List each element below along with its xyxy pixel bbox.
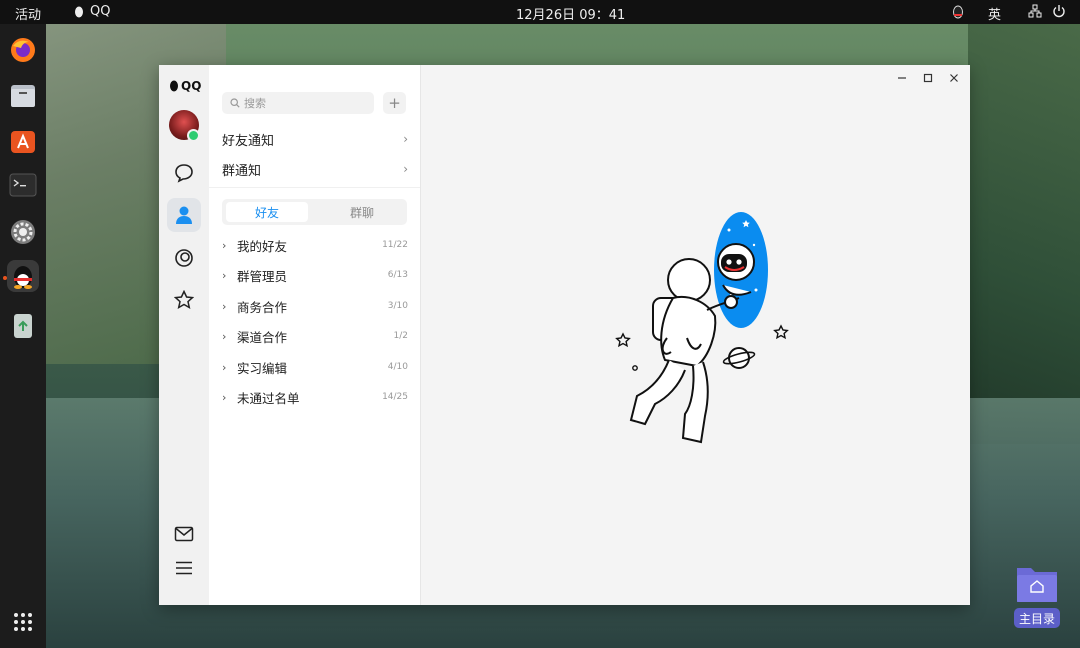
friend-group-name: 实习编辑 [237, 360, 288, 376]
dock-firefox[interactable] [7, 34, 39, 66]
nav-rail: QQ [159, 65, 209, 605]
tab-groups[interactable]: 群聊 [321, 202, 403, 222]
contact-icon [176, 206, 192, 224]
firefox-icon [11, 38, 35, 62]
friend-group-count: 11/22 [382, 240, 408, 250]
friend-group-name: 商务合作 [237, 299, 288, 315]
qq-logo-text: QQ [181, 79, 202, 93]
nav-messages[interactable] [167, 156, 201, 190]
friend-group-name: 未通过名单 [237, 390, 300, 406]
chevron-right-icon: › [222, 268, 227, 282]
nav-mail[interactable] [167, 517, 201, 551]
close-icon [950, 74, 958, 82]
dock-trash[interactable] [7, 309, 39, 341]
friend-group-row[interactable]: › 未通过名单 14/25 [222, 384, 408, 410]
chevron-right-icon: › [222, 299, 227, 313]
group-notice-label: 群通知 [222, 163, 262, 179]
friend-group-count: 1/2 [393, 331, 408, 341]
app-grid-icon [14, 613, 32, 631]
top-bar: 活动 QQ 12月26日 09：41 英 [0, 0, 1080, 24]
friend-group-row[interactable]: › 群管理员 6/13 [222, 262, 408, 288]
nav-favorites[interactable] [167, 283, 201, 317]
settings-icon [11, 220, 35, 244]
friend-group-row[interactable]: › 渠道合作 1/2 [222, 323, 408, 349]
chevron-right-icon: › [222, 360, 227, 374]
app-menu-label: QQ [90, 4, 111, 19]
friend-group-count: 3/10 [387, 301, 408, 311]
dock-settings[interactable] [7, 216, 39, 248]
friend-group-row[interactable]: › 实习编辑 4/10 [222, 354, 408, 380]
dock-app-grid[interactable] [7, 606, 39, 638]
clock[interactable]: 12月26日 09：41 [516, 4, 625, 23]
dock-terminal[interactable] [7, 169, 39, 201]
qq-tray-icon[interactable] [952, 5, 964, 19]
add-button[interactable]: + [383, 92, 406, 114]
contacts-tab-switch: 好友 群聊 [222, 199, 407, 225]
activities-button[interactable]: 活动 [15, 4, 41, 23]
files-icon [11, 85, 35, 107]
dock [0, 24, 46, 648]
qq-penguin-icon [170, 80, 178, 92]
friend-group-name: 我的好友 [237, 238, 288, 254]
network-icon[interactable] [1028, 4, 1042, 18]
online-status-indicator [187, 129, 200, 142]
friend-group-count: 6/13 [387, 270, 408, 280]
power-icon[interactable] [1052, 4, 1066, 18]
chevron-right-icon: › [222, 329, 227, 343]
wallpaper-forest-right [968, 24, 1080, 444]
minimize-button[interactable] [893, 71, 911, 85]
nav-channels[interactable] [167, 241, 201, 275]
dock-files[interactable] [7, 80, 39, 112]
group-notice-item[interactable]: 群通知 › [222, 157, 408, 181]
chevron-right-icon: › [222, 390, 227, 404]
search-icon [230, 98, 240, 108]
software-center-icon [11, 131, 35, 153]
minimize-icon [898, 77, 906, 79]
nav-menu[interactable] [167, 551, 201, 585]
maximize-icon [923, 73, 933, 83]
nav-contacts[interactable] [167, 198, 201, 232]
search-input[interactable]: 搜索 [222, 92, 374, 114]
qq-icon [14, 266, 32, 289]
friend-group-row[interactable]: › 商务合作 3/10 [222, 293, 408, 319]
chevron-right-icon: › [222, 238, 227, 252]
contacts-pane: 搜索 + 好友通知 › 群通知 › 好友 群聊 › 我的好友 11/22 › 群… [209, 65, 420, 605]
tab-friends[interactable]: 好友 [226, 202, 308, 222]
chat-bubble-icon [175, 164, 193, 183]
friend-group-count: 14/25 [382, 392, 408, 402]
chevron-right-icon: › [403, 162, 408, 176]
qq-logo: QQ [169, 79, 201, 93]
chevron-right-icon: › [403, 132, 408, 146]
hamburger-menu-icon [176, 561, 192, 575]
channel-icon [175, 249, 193, 267]
dock-software-center[interactable] [7, 125, 39, 157]
search-placeholder: 搜索 [244, 97, 266, 110]
mail-icon [174, 526, 194, 542]
dock-qq[interactable] [7, 260, 39, 292]
qq-window: QQ 搜索 + 好友通知 › 群通知 › 好友 群聊 › 我的好友 11/22 … [159, 65, 970, 605]
trash-icon [14, 314, 32, 338]
qq-penguin-icon [75, 6, 83, 17]
content-area [420, 65, 970, 605]
friend-group-name: 渠道合作 [237, 329, 288, 345]
home-folder[interactable]: 主目录 [1014, 562, 1060, 630]
input-method-indicator[interactable]: 英 [988, 4, 1001, 23]
folder-home-icon [1017, 568, 1057, 602]
terminal-icon [9, 173, 37, 197]
star-icon [174, 290, 194, 309]
maximize-button[interactable] [919, 71, 937, 85]
divider [209, 187, 420, 188]
friend-group-row[interactable]: › 我的好友 11/22 [222, 232, 408, 258]
astronaut-illustration [615, 212, 789, 444]
friend-notice-item[interactable]: 好友通知 › [222, 127, 408, 151]
close-button[interactable] [945, 71, 963, 85]
app-menu[interactable]: QQ [74, 4, 110, 19]
friend-group-name: 群管理员 [237, 268, 288, 284]
friend-group-count: 4/10 [387, 362, 408, 372]
home-folder-label: 主目录 [1014, 608, 1060, 628]
friend-notice-label: 好友通知 [222, 133, 275, 149]
